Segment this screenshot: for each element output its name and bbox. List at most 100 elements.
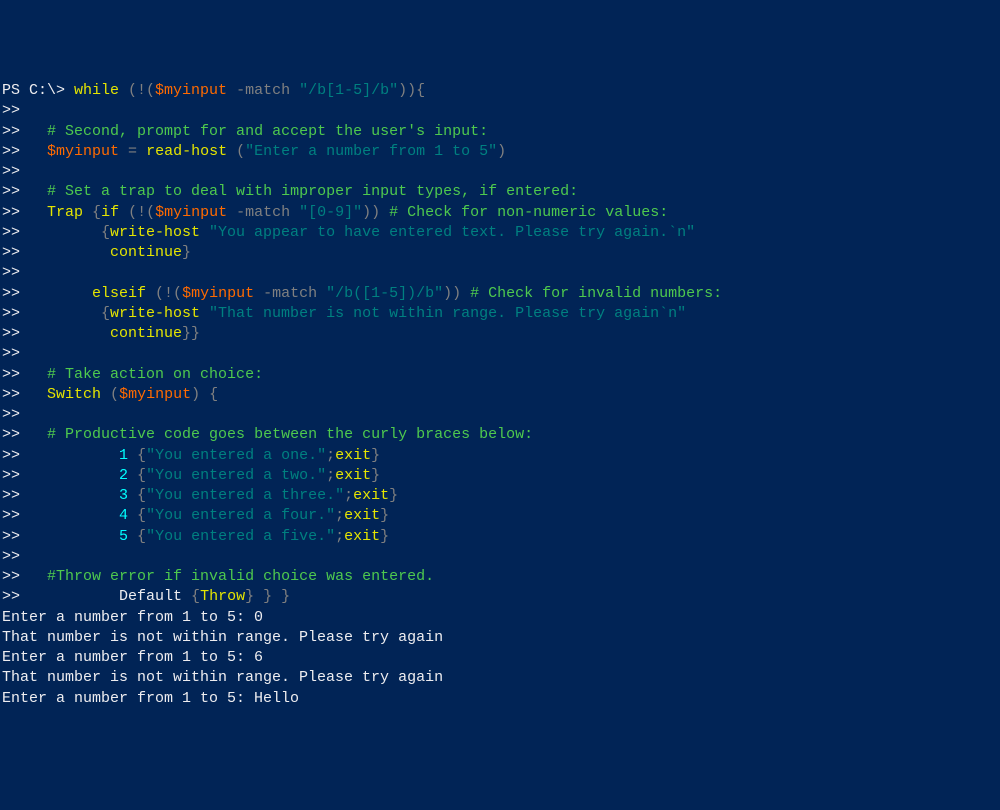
code-token: 2 <box>119 467 128 484</box>
code-token: } <box>182 244 191 261</box>
code-token: "That number is not within range. Please… <box>200 305 686 322</box>
code-token: "You entered a one." <box>146 447 326 464</box>
code-token: ; <box>326 447 335 464</box>
continuation-prompt: >> <box>2 548 29 565</box>
continuation-prompt: >> <box>2 305 29 322</box>
code-token: ( <box>101 386 119 403</box>
code-token: { <box>128 507 146 524</box>
code-token: continue <box>29 325 182 342</box>
code-token: ; <box>335 507 344 524</box>
code-token <box>29 366 47 383</box>
terminal-line: >> continue} <box>2 243 998 263</box>
terminal-line: >> 4 {"You entered a four.";exit} <box>2 506 998 526</box>
continuation-prompt: >> <box>2 426 29 443</box>
code-token: exit <box>353 487 389 504</box>
code-token: read-host <box>146 143 227 160</box>
code-token <box>29 204 47 221</box>
terminal-line: >> 5 {"You entered a five.";exit} <box>2 527 998 547</box>
continuation-prompt: >> <box>2 406 29 423</box>
code-token: { <box>29 305 110 322</box>
code-token: #Throw error if invalid choice was enter… <box>47 568 434 585</box>
code-token: -match <box>254 285 326 302</box>
code-token: { <box>83 204 101 221</box>
code-token: { <box>191 588 200 605</box>
continuation-prompt: >> <box>2 366 29 383</box>
code-token: $myinput <box>47 143 119 160</box>
code-token: if <box>101 204 119 221</box>
terminal-line: >> Switch ($myinput) { <box>2 385 998 405</box>
code-token: exit <box>344 507 380 524</box>
code-token: ) { <box>191 386 218 403</box>
terminal-line: PS C:\> while (!($myinput -match "/b[1-5… <box>2 81 998 101</box>
code-token: { <box>29 224 110 241</box>
code-token: That number is not within range. Please … <box>2 629 443 646</box>
code-token: { <box>128 487 146 504</box>
code-token: (!( <box>146 285 182 302</box>
terminal-line: >> # Productive code goes between the cu… <box>2 425 998 445</box>
terminal-line: >> # Take action on choice: <box>2 365 998 385</box>
code-token: 3 <box>119 487 128 504</box>
code-token: $myinput <box>155 204 227 221</box>
code-token: "[0-9]" <box>299 204 362 221</box>
terminal-line: >> <box>2 405 998 425</box>
code-token: while <box>74 82 119 99</box>
code-token: That number is not within range. Please … <box>2 669 443 686</box>
terminal-line: >> $myinput = read-host ("Enter a number… <box>2 142 998 162</box>
code-token <box>29 507 119 524</box>
code-token: Trap <box>47 204 83 221</box>
code-token: )) <box>362 204 389 221</box>
code-token: } <box>389 487 398 504</box>
terminal-line: >> {write-host "That number is not withi… <box>2 304 998 324</box>
code-token: 4 <box>119 507 128 524</box>
code-token: { <box>128 447 146 464</box>
continuation-prompt: >> <box>2 345 29 362</box>
code-token: } <box>380 528 389 545</box>
terminal-line: >> Trap {if (!($myinput -match "[0-9]"))… <box>2 203 998 223</box>
continuation-prompt: >> <box>2 183 29 200</box>
terminal-line: >> <box>2 263 998 283</box>
code-token <box>29 487 119 504</box>
code-token: Throw <box>200 588 245 605</box>
terminal-line: >> Default {Throw} } } <box>2 587 998 607</box>
continuation-prompt: >> <box>2 568 29 585</box>
code-token: }} <box>182 325 200 342</box>
code-token: = <box>119 143 146 160</box>
continuation-prompt: >> <box>2 224 29 241</box>
code-token <box>29 447 119 464</box>
terminal-line: >> 1 {"You entered a one.";exit} <box>2 446 998 466</box>
terminal-line: >> # Second, prompt for and accept the u… <box>2 122 998 142</box>
continuation-prompt: >> <box>2 204 29 221</box>
continuation-prompt: >> <box>2 467 29 484</box>
code-token: ; <box>326 467 335 484</box>
continuation-prompt: >> <box>2 487 29 504</box>
continuation-prompt: >> <box>2 264 29 281</box>
terminal-line: >> <box>2 344 998 364</box>
continuation-prompt: >> <box>2 143 29 160</box>
continuation-prompt: >> <box>2 123 29 140</box>
code-token: write-host <box>110 305 200 322</box>
terminal-line: >> # Set a trap to deal with improper in… <box>2 182 998 202</box>
code-token: Enter a number from 1 to 5: 6 <box>2 649 263 666</box>
code-token: } <box>380 507 389 524</box>
code-token: } <box>371 467 380 484</box>
terminal-line: Enter a number from 1 to 5: Hello <box>2 689 998 709</box>
code-token: Enter a number from 1 to 5: 0 <box>2 609 263 626</box>
terminal-line: >> <box>2 547 998 567</box>
terminal-line: >> 3 {"You entered a three.";exit} <box>2 486 998 506</box>
code-token <box>29 183 47 200</box>
continuation-prompt: >> <box>2 386 29 403</box>
powershell-terminal[interactable]: PS C:\> while (!($myinput -match "/b[1-5… <box>0 81 1000 709</box>
code-token: # Check for invalid numbers: <box>470 285 722 302</box>
code-token: ; <box>335 528 344 545</box>
code-token: "/b([1-5])/b" <box>326 285 443 302</box>
code-token: # Take action on choice: <box>47 366 263 383</box>
code-token: 1 <box>119 447 128 464</box>
prompt: PS C:\> <box>2 82 74 99</box>
code-token: -match <box>227 204 299 221</box>
terminal-line: >> elseif (!($myinput -match "/b([1-5])/… <box>2 284 998 304</box>
code-token: { <box>128 467 146 484</box>
code-token: 5 <box>119 528 128 545</box>
code-token: $myinput <box>155 82 227 99</box>
code-token: continue <box>29 244 182 261</box>
terminal-line: Enter a number from 1 to 5: 0 <box>2 608 998 628</box>
